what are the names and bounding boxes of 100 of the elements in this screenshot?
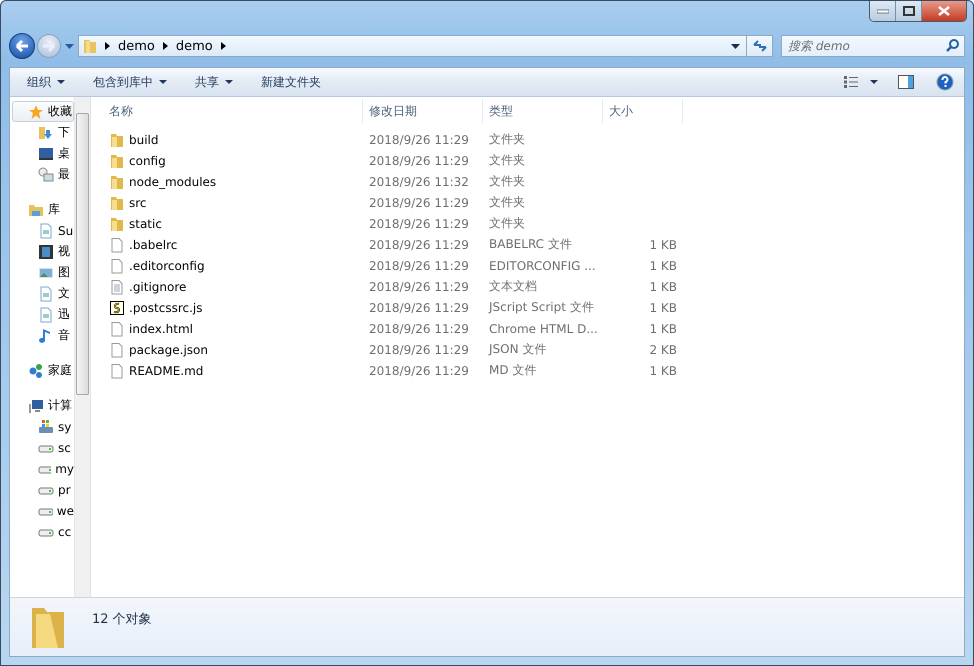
sidebar-item[interactable]: 视 (10, 241, 74, 262)
type-cell-text: BABELRC 文件 (488, 236, 573, 253)
sidebar-item[interactable]: 收藏 (12, 101, 74, 122)
sidebar-item[interactable]: we (10, 500, 74, 521)
size-cell-text: 1 KB (648, 258, 678, 272)
drive-icon (38, 418, 54, 434)
preview-pane-icon[interactable] (898, 75, 914, 89)
maximize-button[interactable] (896, 1, 922, 21)
sidebar-item[interactable]: 图 (10, 262, 74, 283)
download-folder-icon (38, 124, 54, 140)
scrollbar[interactable] (74, 97, 90, 597)
script-file-icon (109, 300, 125, 316)
toolbar-button[interactable]: 共享 (186, 70, 242, 94)
date-cell-text: 2018/9/26 11:29 (368, 322, 470, 336)
maximize-icon (902, 6, 914, 16)
column-header[interactable]: 大小 (603, 99, 683, 123)
sidebar-item[interactable]: 最 (10, 164, 74, 185)
folder-icon (109, 174, 125, 190)
minimize-icon (876, 8, 888, 14)
sidebar-item[interactable]: cc (10, 521, 74, 542)
left-arrow-icon (15, 39, 29, 53)
type-cell-text: JSON 文件 (487, 341, 548, 358)
monitor-icon (38, 146, 54, 162)
sidebar-item[interactable]: sc (10, 437, 74, 458)
sidebar-item[interactable]: 迅 (10, 304, 74, 325)
file-icon (109, 320, 125, 336)
sidebar-item[interactable]: 文 (10, 283, 74, 304)
file-name-cell[interactable]: config (91, 152, 363, 168)
date-cell-text: 2018/9/26 11:29 (368, 342, 470, 356)
dropdown-arrow-icon[interactable] (731, 44, 740, 48)
file-icon (109, 362, 125, 378)
folder-icon (109, 132, 125, 148)
date-cell-text: 2018/9/26 11:29 (368, 280, 470, 294)
type-cell-text: 文件夹 (488, 131, 526, 148)
star-icon (28, 104, 44, 120)
document-icon (38, 222, 54, 238)
file-icon (109, 342, 125, 358)
toolbar-button[interactable]: 组织 (18, 70, 74, 94)
address-bar[interactable]: demo demo (78, 35, 773, 57)
sidebar-item[interactable]: 桌 (10, 143, 74, 164)
type-cell-text: Chrome HTML D... (488, 322, 599, 336)
document-icon (38, 306, 54, 322)
chevron-icon[interactable] (162, 42, 168, 50)
file-icon (109, 258, 125, 274)
file-name-cell[interactable]: .editorconfig (91, 258, 363, 274)
size-cell-text: 1 KB (648, 300, 678, 314)
column-header[interactable]: 修改日期 (363, 99, 483, 123)
refresh-icon (752, 40, 766, 52)
sidebar-item[interactable]: my (10, 458, 74, 479)
type-cell-text: MD 文件 (488, 362, 538, 379)
back-button[interactable] (9, 33, 35, 59)
network-icon (28, 362, 44, 378)
date-cell-text: 2018/9/26 11:29 (368, 132, 470, 146)
minimize-button[interactable] (870, 1, 896, 21)
close-button[interactable] (922, 1, 966, 21)
search-field[interactable]: 搜索 demo (781, 35, 965, 57)
sidebar-item[interactable]: 音 (10, 325, 74, 346)
file-name-cell[interactable]: .gitignore (91, 278, 363, 294)
file-name-cell[interactable]: .postcssrc.js (91, 300, 363, 316)
date-cell-text: 2018/9/26 11:29 (368, 196, 470, 210)
caret-icon[interactable] (870, 80, 878, 84)
date-cell-text: 2018/9/26 11:29 (368, 364, 470, 378)
file-name-cell[interactable]: src (91, 194, 363, 210)
right-arrow-icon (42, 39, 56, 53)
sidebar-item[interactable]: Su (10, 220, 74, 241)
file-name-cell[interactable]: node_modules (91, 174, 363, 190)
file-name-cell[interactable]: index.html (91, 320, 363, 336)
sidebar-item[interactable]: 下 (10, 122, 74, 143)
sidebar-item[interactable]: 库 (10, 199, 74, 220)
file-name-cell[interactable]: README.md (91, 362, 363, 378)
file-name-cell[interactable]: static (91, 216, 363, 232)
chevron-icon[interactable] (220, 42, 226, 50)
object-count: 12 个对象 (92, 611, 152, 628)
help-icon[interactable] (936, 73, 954, 91)
date-cell-text: 2018/9/26 11:29 (368, 154, 470, 168)
toolbar-button[interactable]: 新建文件夹 (252, 70, 330, 94)
breadcrumb-item[interactable]: demo (118, 38, 155, 54)
toolbar-button[interactable]: 包含到库中 (84, 70, 176, 94)
document-icon (38, 286, 54, 302)
type-cell-text: JScript Script 文件 (487, 299, 595, 316)
computer-icon (28, 398, 44, 414)
sidebar-item[interactable]: 计算 (10, 395, 74, 416)
file-name-cell[interactable]: package.json (91, 342, 363, 358)
view-list-icon[interactable] (844, 76, 858, 88)
type-cell-text: EDITORCONFIG ... (488, 258, 597, 272)
date-cell-text: 2018/9/26 11:29 (368, 300, 470, 314)
file-name-cell[interactable]: build (91, 132, 363, 148)
column-header[interactable]: 类型 (483, 99, 603, 123)
date-cell-text: 2018/9/26 11:32 (368, 174, 470, 188)
chevron-icon[interactable] (105, 42, 110, 50)
breadcrumb-item[interactable]: demo (176, 38, 213, 54)
file-name-cell[interactable]: .babelrc (91, 236, 363, 252)
search-icon[interactable] (946, 39, 959, 52)
sidebar-item[interactable]: 家庭 (10, 360, 74, 381)
column-header[interactable]: 名称 (91, 99, 363, 123)
folder-icon (109, 216, 125, 232)
sidebar-item[interactable]: pr (10, 479, 74, 500)
scroll-thumb[interactable] (76, 113, 89, 395)
sidebar-item[interactable]: sy (10, 416, 74, 437)
date-cell-text: 2018/9/26 11:29 (368, 258, 470, 272)
